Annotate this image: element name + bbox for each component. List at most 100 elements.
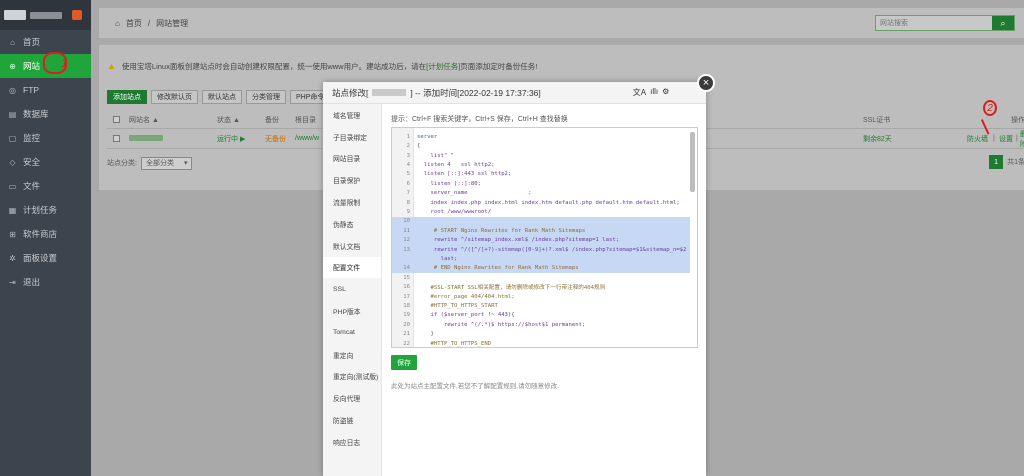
code-text: } [417, 331, 434, 338]
add-site-button[interactable]: 添加站点 [107, 90, 147, 104]
ftp-icon: ◎ [9, 85, 16, 95]
tab-15[interactable]: 响应日志 [323, 431, 381, 453]
line-number: 17 [403, 293, 410, 300]
site-search: ⌕ [875, 15, 1015, 31]
tab-11[interactable]: 重定向 [323, 344, 381, 366]
tab-13[interactable]: 反向代理 [323, 387, 381, 409]
site-root[interactable]: /www/w [295, 135, 319, 142]
tab-14[interactable]: 防盗链 [323, 409, 381, 431]
breadcrumb-home[interactable]: 首页 [126, 18, 142, 29]
select-all-checkbox[interactable] [113, 116, 120, 123]
annotation-one: 1 [61, 56, 68, 70]
panel-logo [0, 0, 91, 30]
code-text: root /www/wwwroot/ [417, 209, 492, 216]
tab-9[interactable]: PHP版本 [323, 300, 381, 322]
modal-title-prefix: 站点修改[ [332, 87, 369, 98]
site-edit-modal: 站点修改[ ] -- 添加时间[2022-02-19 17:37:36] 文A … [323, 74, 715, 476]
tab-4[interactable]: 流量限制 [323, 191, 381, 213]
code-line: 5 listen [::]:443 ssl http2; [392, 170, 690, 180]
site-status[interactable]: 运行中 ▶ [217, 134, 245, 144]
tab-5[interactable]: 伪静态 [323, 213, 381, 235]
tab-10[interactable]: Tomcat [323, 322, 381, 344]
tab-12[interactable]: 重定向(测试版) [323, 366, 381, 388]
code-line: 1 server [392, 132, 690, 142]
logout-icon: ⇥ [9, 277, 16, 287]
sidebar-item-label: 首页 [23, 37, 41, 47]
code-line: 9 root /www/wwwroot/ [392, 207, 690, 217]
col-sitename[interactable]: 网站名 ▲ [129, 115, 159, 125]
line-number: 10 [403, 218, 410, 225]
code-editor[interactable]: 1 server 2{3 list" " 4 listen 4 ssl http2; 5… [391, 127, 698, 348]
site-backup[interactable]: 无备份 [265, 134, 286, 144]
tab-2[interactable]: 网站目录 [323, 148, 381, 170]
folder-icon: ▭ [8, 181, 17, 191]
settings-link[interactable]: 设置 [999, 134, 1013, 144]
search-input[interactable] [876, 16, 992, 30]
tab-8[interactable]: SSL [323, 278, 381, 300]
code-line: 10 [392, 216, 690, 227]
tab-1[interactable]: 子目录绑定 [323, 126, 381, 148]
site-name-link[interactable] [129, 135, 163, 142]
line-number: 8 [406, 199, 410, 206]
database-icon: ▤ [8, 109, 17, 119]
ssl-remaining[interactable]: 剩余82天 [863, 134, 892, 144]
editor-hint: 提示：Ctrl+F 搜索关键字，Ctrl+S 保存，Ctrl+H 查找替换 [391, 116, 568, 123]
code-line: 21 } [392, 329, 690, 339]
tab-7[interactable]: 配置文件 [323, 256, 381, 279]
code-line: 22 #HTTP_TO_HTTPS_END [392, 339, 690, 347]
default-site-button[interactable]: 默认站点 [202, 90, 242, 104]
sidebar-item-5[interactable]: ◇ 安全 [0, 150, 91, 174]
sidebar-item-label: 文件 [23, 181, 41, 191]
sidebar-item-0[interactable]: ⌂ 首页 [0, 30, 91, 54]
firewall-link[interactable]: 防火墙 [967, 134, 988, 144]
settings-icon[interactable]: ⚙ [662, 87, 669, 98]
delete-link[interactable]: 删除 [1020, 129, 1024, 149]
category-select[interactable]: 全部分类 ▾ [140, 156, 193, 170]
save-button[interactable]: 保存 [391, 355, 417, 370]
redacted-hostname [30, 11, 62, 19]
sidebar-item-4[interactable]: ▢ 监控 [0, 126, 91, 150]
sidebar-item-10[interactable]: ⇥ 退出 [0, 270, 91, 294]
translate-icon[interactable]: 文A [633, 87, 646, 98]
search-icon: ⌕ [1000, 17, 1006, 28]
sidebar-item-9[interactable]: ✲ 面板设置 [0, 246, 91, 270]
row-checkbox[interactable] [113, 135, 120, 142]
tab-6[interactable]: 默认文档 [323, 235, 381, 257]
cron-link[interactable]: [计划任务] [426, 62, 460, 71]
code-line: last; [392, 254, 690, 264]
col-status[interactable]: 状态 ▲ [217, 115, 240, 125]
code-line: 8 index index.php index.html index.htm d… [392, 198, 690, 208]
sidebar-item-6[interactable]: ▭ 文件 [0, 174, 91, 198]
site-toolbar: 添加站点 修改默认页 默认站点 分类管理 PHP命令行 [107, 90, 338, 104]
sidebar-item-8[interactable]: ⊞ 软件商店 [0, 222, 91, 246]
sidebar-item-2[interactable]: ◎ FTP [0, 78, 91, 102]
code-line: 6 listen [::]:80; [392, 179, 690, 189]
edit-default-page-button[interactable]: 修改默认页 [151, 90, 198, 104]
sidebar-item-3[interactable]: ▤ 数据库 [0, 102, 91, 126]
sidebar-item-7[interactable]: ▦ 计划任务 [0, 198, 91, 222]
sidebar-item-label: 数据库 [23, 109, 49, 119]
update-badge-icon[interactable] [72, 10, 82, 20]
line-number: 18 [403, 303, 410, 310]
code-text: index index.php index.html index.htm def… [417, 199, 680, 206]
sidebar-item-label: 网站 [23, 61, 41, 71]
category-manage-button[interactable]: 分类管理 [246, 90, 286, 104]
editor-scrollbar[interactable] [690, 132, 695, 192]
line-number: 13 [403, 246, 410, 253]
page-number[interactable]: 1 [989, 155, 1004, 169]
sidebar-item-label: 计划任务 [23, 205, 58, 215]
code-text: # END Nginx Rewrites for Rank Math Sitem… [417, 265, 579, 272]
line-number: 11 [403, 227, 410, 234]
tab-3[interactable]: 目录保护 [323, 169, 381, 191]
code-text: listen [::]:443 ssl http2; [417, 171, 512, 178]
globe-icon: ⊕ [9, 61, 16, 71]
line-number: 15 [403, 274, 410, 281]
audio-icon[interactable]: ıllı [650, 87, 658, 98]
tab-0[interactable]: 域名管理 [323, 104, 381, 126]
close-icon[interactable]: × [697, 74, 715, 92]
action-separator: | [993, 135, 995, 142]
search-button[interactable]: ⌕ [992, 16, 1014, 30]
breadcrumb-current: 网站管理 [156, 18, 189, 28]
home-icon[interactable]: ⌂ [115, 19, 120, 28]
line-number: 7 [406, 190, 410, 197]
